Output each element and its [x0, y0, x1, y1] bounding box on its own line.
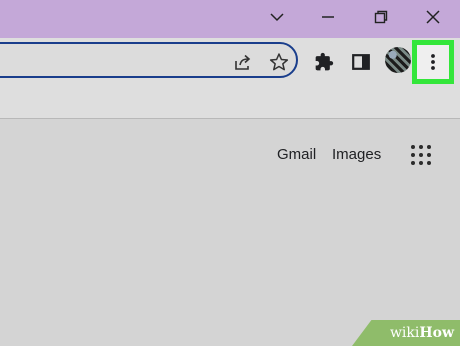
puzzle-icon[interactable] [312, 50, 336, 74]
share-icon[interactable] [232, 51, 254, 73]
avatar[interactable] [385, 47, 411, 73]
minimize-icon[interactable] [316, 7, 340, 27]
bookmarks-bar [0, 84, 460, 119]
chevron-down-icon[interactable] [265, 7, 289, 27]
address-bar[interactable] [0, 42, 298, 78]
star-icon[interactable] [268, 51, 290, 73]
images-link[interactable]: Images [332, 146, 381, 163]
side-panel-icon[interactable] [349, 50, 373, 74]
vertical-dots-icon[interactable] [417, 45, 449, 79]
close-icon[interactable] [421, 7, 445, 27]
restore-icon[interactable] [369, 7, 393, 27]
grid-icon[interactable] [410, 144, 432, 166]
watermark-prefix: wiki [389, 325, 420, 341]
menu-highlight [412, 40, 454, 84]
browser-toolbar [0, 38, 460, 84]
gmail-link[interactable]: Gmail [277, 146, 316, 163]
title-bar [0, 0, 460, 38]
watermark: wiki How [352, 320, 460, 346]
watermark-suffix: How [419, 325, 454, 341]
